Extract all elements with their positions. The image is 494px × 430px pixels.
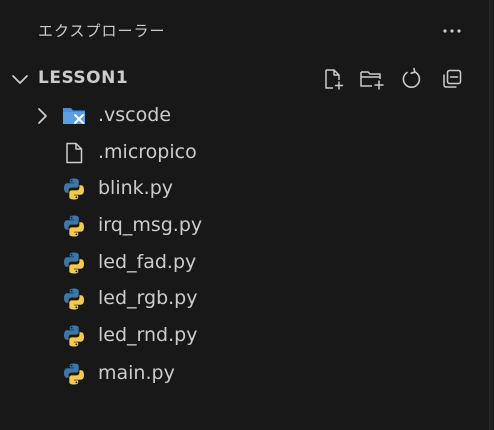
python-icon	[64, 252, 84, 274]
tree-item-label: irq_msg.py	[98, 214, 203, 236]
tree-item-python-file[interactable]: led_rgb.py	[0, 281, 489, 317]
chevron-down-icon	[12, 75, 28, 84]
vscode-folder-icon	[63, 108, 85, 124]
explorer-titlebar: エクスプローラー	[0, 0, 489, 62]
new-folder-icon	[360, 71, 384, 90]
tree-item-file[interactable]: .micropico	[0, 135, 489, 171]
python-icon	[64, 215, 84, 237]
new-folder-button[interactable]	[357, 64, 387, 94]
python-icon	[64, 363, 84, 385]
python-icon	[64, 288, 84, 310]
chevron-right-icon	[38, 108, 47, 124]
tree-item-label: .vscode	[98, 104, 172, 126]
explorer-title: エクスプローラー	[38, 22, 166, 40]
collapse-all-icon	[443, 69, 462, 88]
tree-item-python-file[interactable]: led_rnd.py	[0, 318, 489, 354]
tree-item-label: led_rgb.py	[98, 287, 198, 309]
more-actions-button[interactable]	[437, 16, 467, 46]
tree-item-python-file[interactable]: main.py	[0, 356, 489, 392]
tree-item-label: led_rnd.py	[98, 324, 198, 346]
tree-item-label: blink.py	[98, 177, 174, 199]
explorer-panel: エクスプローラー LESSON1 .vscode .micropico blin…	[0, 0, 490, 430]
collapse-all-button[interactable]	[437, 64, 467, 94]
tree-item-python-file[interactable]: blink.py	[0, 171, 489, 207]
tree-item-label: led_fad.py	[98, 251, 197, 273]
workspace-title: LESSON1	[38, 68, 129, 88]
python-icon	[64, 178, 84, 200]
tree-item-folder[interactable]: .vscode	[0, 98, 489, 134]
file-icon	[66, 142, 83, 164]
ellipsis-icon	[443, 29, 461, 33]
python-icon	[64, 325, 84, 347]
new-file-icon	[325, 69, 344, 90]
tree-item-python-file[interactable]: led_fad.py	[0, 245, 489, 281]
tree-item-label: main.py	[98, 362, 175, 384]
new-file-button[interactable]	[318, 64, 348, 94]
workspace-section-header[interactable]: LESSON1	[0, 60, 489, 98]
refresh-button[interactable]	[396, 64, 426, 94]
refresh-icon	[402, 67, 421, 88]
panel-edge	[490, 0, 494, 430]
tree-item-label: .micropico	[98, 141, 197, 163]
tree-item-python-file[interactable]: irq_msg.py	[0, 208, 489, 244]
